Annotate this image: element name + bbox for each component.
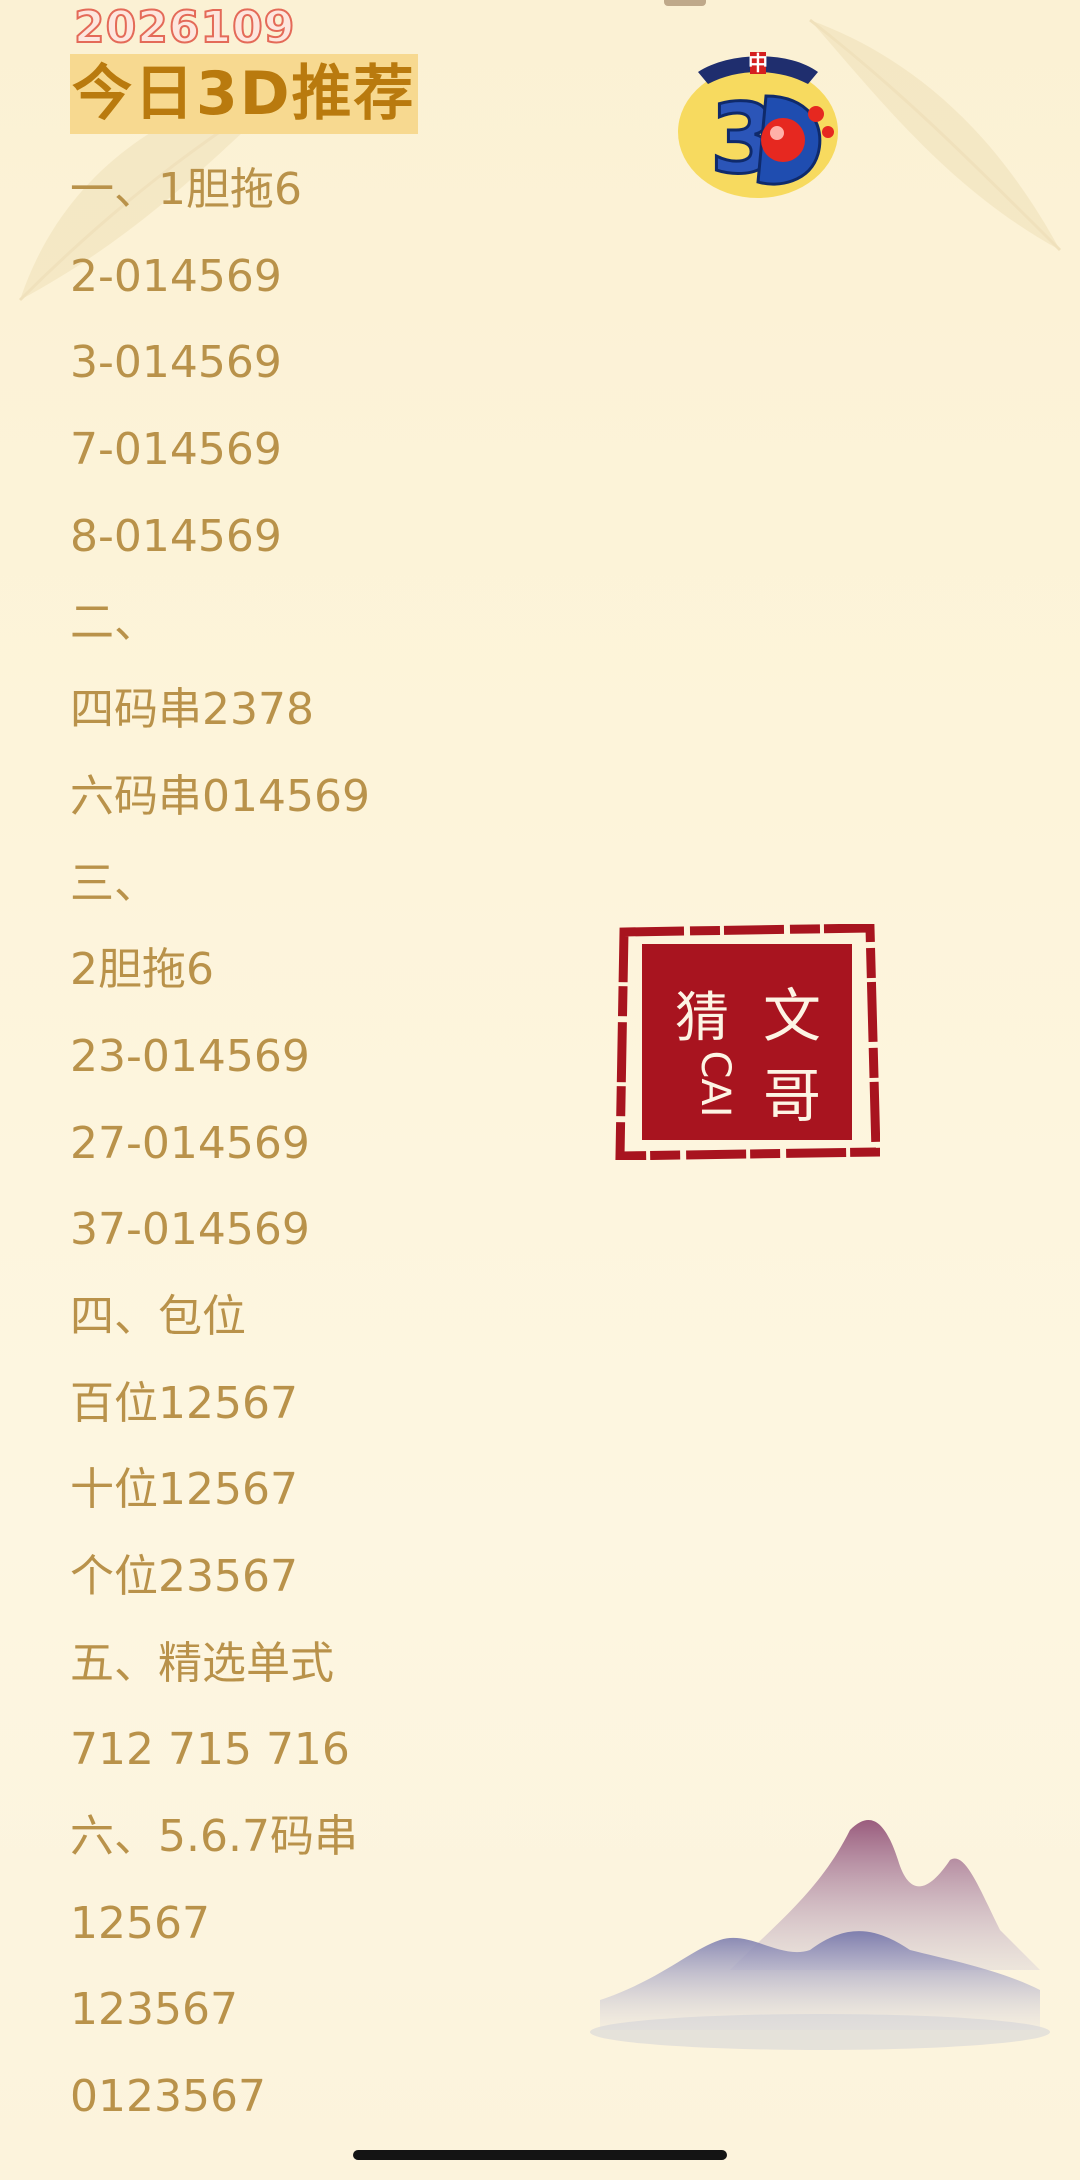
list-item: 二、 xyxy=(70,597,158,649)
list-item: 2-014569 xyxy=(70,250,282,302)
svg-text:中: 中 xyxy=(748,51,768,75)
seal-char: 哥 xyxy=(763,1062,821,1130)
list-item: 百位12567 xyxy=(70,1377,298,1429)
list-item: 3-014569 xyxy=(70,337,282,389)
list-item: 23-014569 xyxy=(70,1030,310,1082)
seal-char: 文 xyxy=(763,982,821,1050)
list-item: 0123567 xyxy=(70,2071,266,2123)
seal-char: CAI xyxy=(692,1050,738,1117)
list-item: 四码串2378 xyxy=(70,684,314,736)
list-item: 五、精选单式 xyxy=(70,1637,334,1689)
recommendation-list: 一、1胆拖6 2-014569 3-014569 7-014569 8-0145… xyxy=(70,158,370,2152)
list-item: 一、1胆拖6 xyxy=(70,164,302,215)
list-item: 12567 xyxy=(70,1897,210,1949)
mountain-landscape-icon xyxy=(590,1820,1050,2050)
list-item: 8-014569 xyxy=(70,510,282,562)
list-item: 37-014569 xyxy=(70,1204,310,1256)
list-item: 六码串014569 xyxy=(70,770,370,822)
list-item: 个位23567 xyxy=(70,1551,298,1602)
list-item: 123567 xyxy=(70,1984,238,2036)
home-indicator[interactable] xyxy=(353,2150,727,2160)
issue-date: 2026109 xyxy=(73,1,296,54)
list-item: 712 715 716 xyxy=(70,1724,350,1776)
list-item: 2胆拖6 xyxy=(70,944,214,996)
seal-stamp-icon: 文 哥 猜 CAI xyxy=(615,924,880,1160)
lottery-3d-logo-icon: 中 3 xyxy=(678,51,838,198)
list-item: 十位12567 xyxy=(70,1464,298,1516)
list-item: 7-014569 xyxy=(70,424,282,476)
list-item: 27-014569 xyxy=(70,1117,310,1169)
list-item: 六、5.6.7码串 xyxy=(70,1811,358,1863)
list-item: 三、 xyxy=(70,857,158,909)
top-notch-tab xyxy=(664,0,706,6)
page-title: 今日3D推荐 xyxy=(70,54,418,134)
list-item: 四、包位 xyxy=(70,1290,246,1342)
seal-char: 猜 xyxy=(675,986,729,1049)
